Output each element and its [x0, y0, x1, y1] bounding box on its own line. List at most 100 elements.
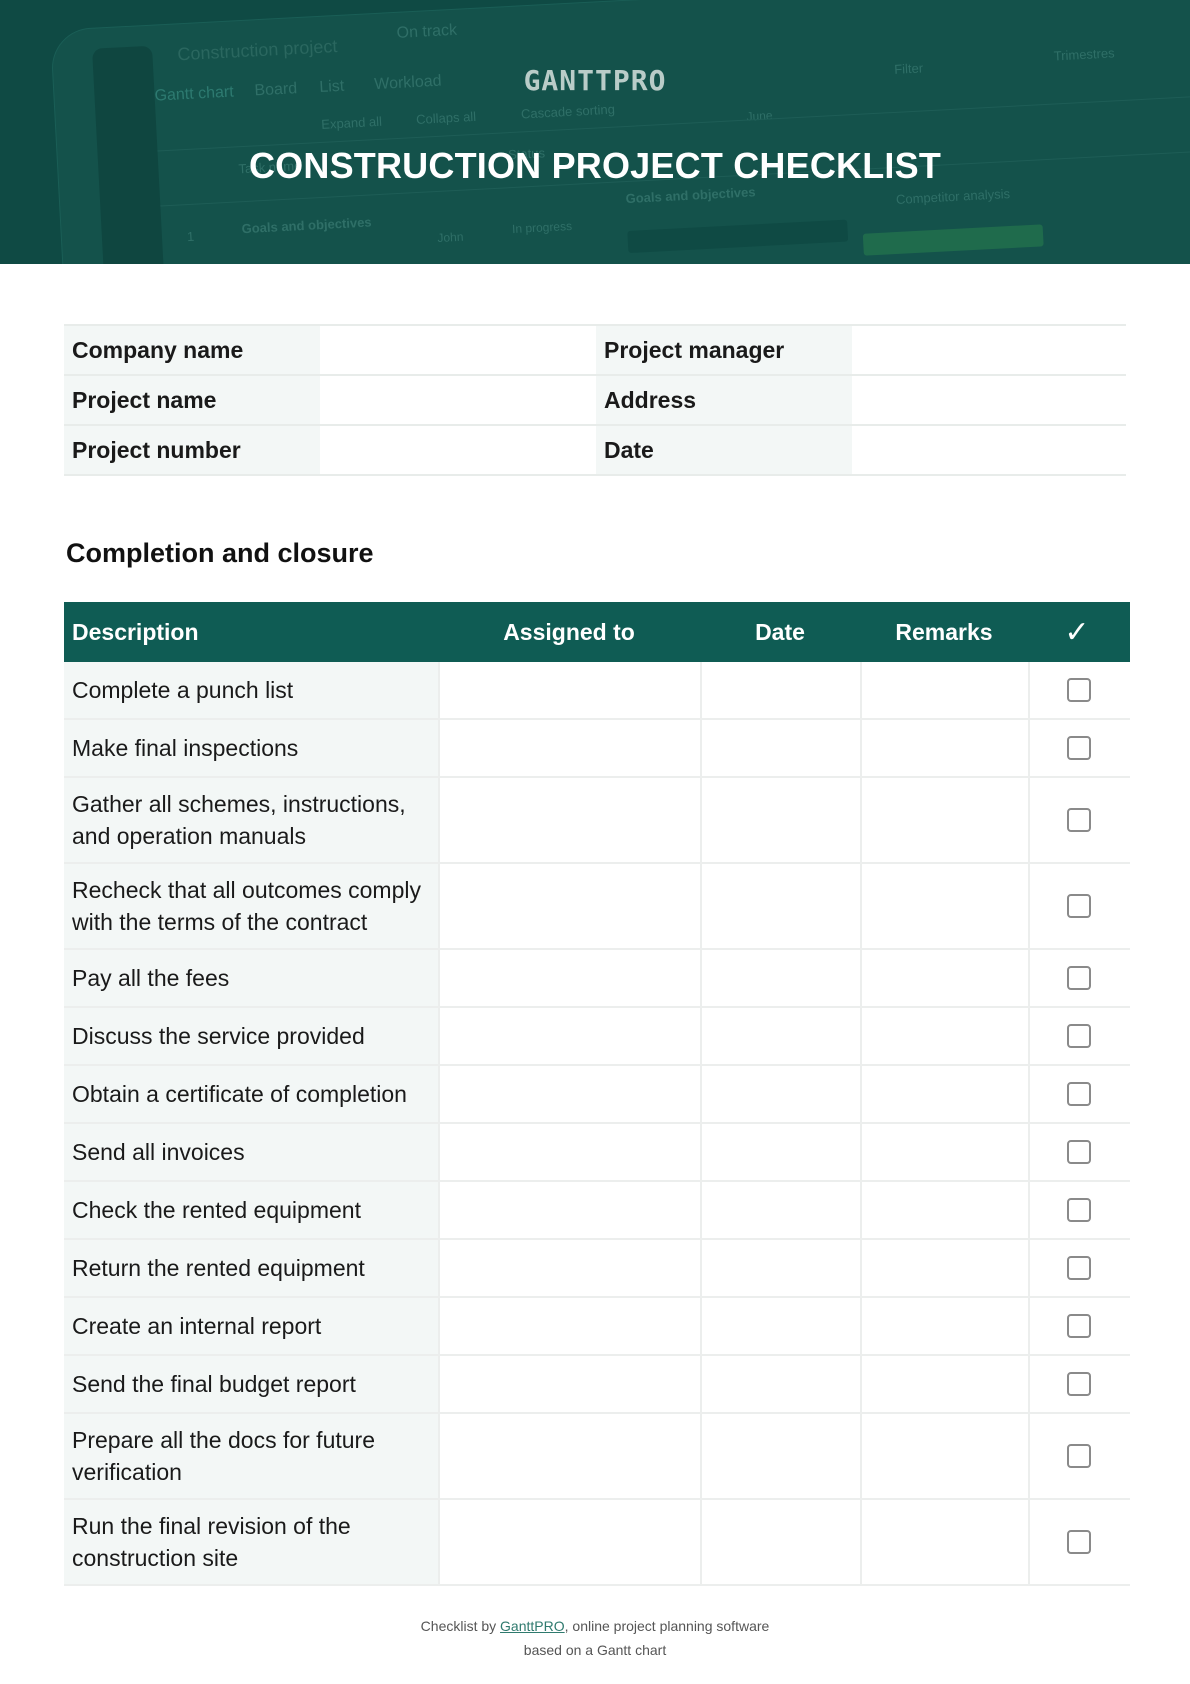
bg-row-number: 1 [187, 229, 195, 244]
check-cell [1028, 1008, 1128, 1064]
check-cell [1028, 864, 1128, 948]
date-cell[interactable] [700, 1182, 860, 1238]
bg-sort: Cascade sorting [521, 102, 616, 122]
assigned-to-cell[interactable] [438, 1500, 700, 1584]
remarks-cell[interactable] [860, 950, 1028, 1006]
remarks-cell[interactable] [860, 1500, 1028, 1584]
task-checkbox[interactable] [1067, 1198, 1091, 1222]
project-number-field[interactable] [320, 426, 596, 474]
checklist-body: Complete a punch listMake final inspecti… [64, 662, 1130, 1586]
assigned-to-cell[interactable] [438, 1066, 700, 1122]
task-checkbox[interactable] [1067, 1444, 1091, 1468]
date-cell[interactable] [700, 1298, 860, 1354]
remarks-cell[interactable] [860, 778, 1028, 862]
remarks-cell[interactable] [860, 662, 1028, 718]
address-label: Address [596, 376, 852, 424]
task-checkbox[interactable] [1067, 1082, 1091, 1106]
remarks-cell[interactable] [860, 1182, 1028, 1238]
remarks-cell[interactable] [860, 1008, 1028, 1064]
checklist-row: Return the rented equipment [64, 1240, 1130, 1298]
task-description: Prepare all the docs for future verifica… [64, 1414, 438, 1498]
task-description: Recheck that all outcomes comply with th… [64, 864, 438, 948]
bg-gantt-label-2: Competitor analysis [896, 186, 1011, 207]
remarks-cell[interactable] [860, 864, 1028, 948]
bg-gantt-bar [863, 224, 1044, 255]
remarks-cell[interactable] [860, 1124, 1028, 1180]
assigned-to-cell[interactable] [438, 662, 700, 718]
date-field[interactable] [852, 426, 1126, 474]
date-cell[interactable] [700, 1356, 860, 1412]
header-description: Description [64, 619, 438, 646]
check-cell [1028, 662, 1128, 718]
footer-prefix: Checklist by [421, 1618, 500, 1634]
task-checkbox[interactable] [1067, 736, 1091, 760]
checklist-row: Create an internal report [64, 1298, 1130, 1356]
check-cell [1028, 1500, 1128, 1584]
bg-row-task: Goals and objectives [241, 214, 372, 236]
remarks-cell[interactable] [860, 1356, 1028, 1412]
section-title: Completion and closure [66, 538, 374, 569]
bg-gantt-bar [627, 220, 848, 253]
ganttpro-link[interactable]: GanttPRO [500, 1618, 565, 1634]
task-checkbox[interactable] [1067, 966, 1091, 990]
assigned-to-cell[interactable] [438, 1414, 700, 1498]
assigned-to-cell[interactable] [438, 1240, 700, 1296]
remarks-cell[interactable] [860, 1066, 1028, 1122]
project-name-field[interactable] [320, 376, 596, 424]
page-title: CONSTRUCTION PROJECT CHECKLIST [0, 145, 1190, 187]
address-field[interactable] [852, 376, 1126, 424]
checklist-row: Check the rented equipment [64, 1182, 1130, 1240]
date-cell[interactable] [700, 720, 860, 776]
task-checkbox[interactable] [1067, 1314, 1091, 1338]
assigned-to-cell[interactable] [438, 1124, 700, 1180]
date-cell[interactable] [700, 950, 860, 1006]
bg-row-status: In progress [512, 219, 573, 236]
task-description: Check the rented equipment [64, 1182, 438, 1238]
task-checkbox[interactable] [1067, 1140, 1091, 1164]
remarks-cell[interactable] [860, 720, 1028, 776]
checklist-row: Make final inspections [64, 720, 1130, 778]
date-cell[interactable] [700, 864, 860, 948]
assigned-to-cell[interactable] [438, 1356, 700, 1412]
remarks-cell[interactable] [860, 1414, 1028, 1498]
company-name-label: Company name [64, 326, 320, 374]
date-cell[interactable] [700, 1414, 860, 1498]
check-cell [1028, 720, 1128, 776]
date-cell[interactable] [700, 1066, 860, 1122]
assigned-to-cell[interactable] [438, 864, 700, 948]
date-cell[interactable] [700, 662, 860, 718]
assigned-to-cell[interactable] [438, 950, 700, 1006]
bg-gridline [157, 93, 1190, 152]
company-name-field[interactable] [320, 326, 596, 374]
ganttpro-logo: GANTTPRO [0, 64, 1190, 97]
date-cell[interactable] [700, 778, 860, 862]
check-cell [1028, 1298, 1128, 1354]
task-checkbox[interactable] [1067, 894, 1091, 918]
task-description: Return the rented equipment [64, 1240, 438, 1296]
date-cell[interactable] [700, 1500, 860, 1584]
checklist-row: Prepare all the docs for future verifica… [64, 1414, 1130, 1500]
remarks-cell[interactable] [860, 1298, 1028, 1354]
assigned-to-cell[interactable] [438, 720, 700, 776]
checklist-row: Send the final budget report [64, 1356, 1130, 1414]
task-checkbox[interactable] [1067, 1024, 1091, 1048]
date-cell[interactable] [700, 1124, 860, 1180]
assigned-to-cell[interactable] [438, 1008, 700, 1064]
task-checkbox[interactable] [1067, 1530, 1091, 1554]
info-row: Project number Date [64, 426, 1126, 476]
task-checkbox[interactable] [1067, 1256, 1091, 1280]
task-checkbox[interactable] [1067, 1372, 1091, 1396]
task-checkbox[interactable] [1067, 678, 1091, 702]
remarks-cell[interactable] [860, 1240, 1028, 1296]
checklist-row: Run the final revision of the constructi… [64, 1500, 1130, 1586]
assigned-to-cell[interactable] [438, 778, 700, 862]
date-cell[interactable] [700, 1008, 860, 1064]
project-manager-field[interactable] [852, 326, 1126, 374]
info-row: Project name Address [64, 376, 1126, 426]
task-checkbox[interactable] [1067, 808, 1091, 832]
assigned-to-cell[interactable] [438, 1182, 700, 1238]
date-cell[interactable] [700, 1240, 860, 1296]
assigned-to-cell[interactable] [438, 1298, 700, 1354]
task-description: Make final inspections [64, 720, 438, 776]
checklist-row: Gather all schemes, instructions, and op… [64, 778, 1130, 864]
